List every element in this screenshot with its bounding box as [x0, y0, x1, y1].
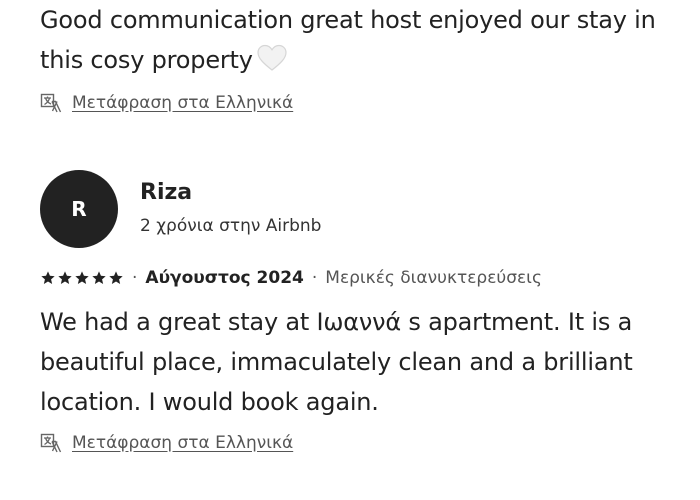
star-icon: [57, 270, 73, 286]
review-text: We had a great stay at Ιωαννά s apartmen…: [40, 308, 633, 416]
reviewer-tenure: 2 χρόνια στην Airbnb: [140, 216, 322, 236]
reviewer-header: R Riza 2 χρόνια στην Airbnb: [40, 170, 321, 248]
translate-icon: [40, 432, 62, 454]
review-body: Good communication great host enjoyed ou…: [40, 6, 656, 74]
reviewer-info: Riza 2 χρόνια στην Airbnb: [140, 170, 321, 238]
translate-link[interactable]: Μετάφραση στα Ελληνικά: [72, 433, 293, 453]
translate-row[interactable]: Μετάφραση στα Ελληνικά: [40, 92, 293, 114]
translate-link[interactable]: Μετάφραση στα Ελληνικά: [72, 93, 293, 113]
review-date: Αύγουστος 2024: [145, 268, 304, 288]
avatar-initial: R: [71, 197, 87, 221]
review-text: Good communication great host enjoyed ou…: [40, 0, 680, 84]
star-icon: [40, 270, 56, 286]
star-icon: [91, 270, 107, 286]
white-heart-icon: [257, 44, 287, 84]
stay-type: Μερικές διανυκτερεύσεις: [325, 268, 542, 288]
reviewer-name[interactable]: Riza: [140, 178, 321, 208]
translate-icon: [40, 92, 62, 114]
separator-dot: ·: [132, 268, 138, 288]
star-icon: [108, 270, 124, 286]
star-icon: [74, 270, 90, 286]
review-meta: · Αύγουστος 2024 · Μερικές διανυκτερεύσε…: [40, 268, 542, 288]
separator-dot: ·: [311, 268, 318, 288]
translate-row[interactable]: Μετάφραση στα Ελληνικά: [40, 432, 293, 454]
avatar[interactable]: R: [40, 170, 118, 248]
star-rating: [40, 270, 124, 286]
